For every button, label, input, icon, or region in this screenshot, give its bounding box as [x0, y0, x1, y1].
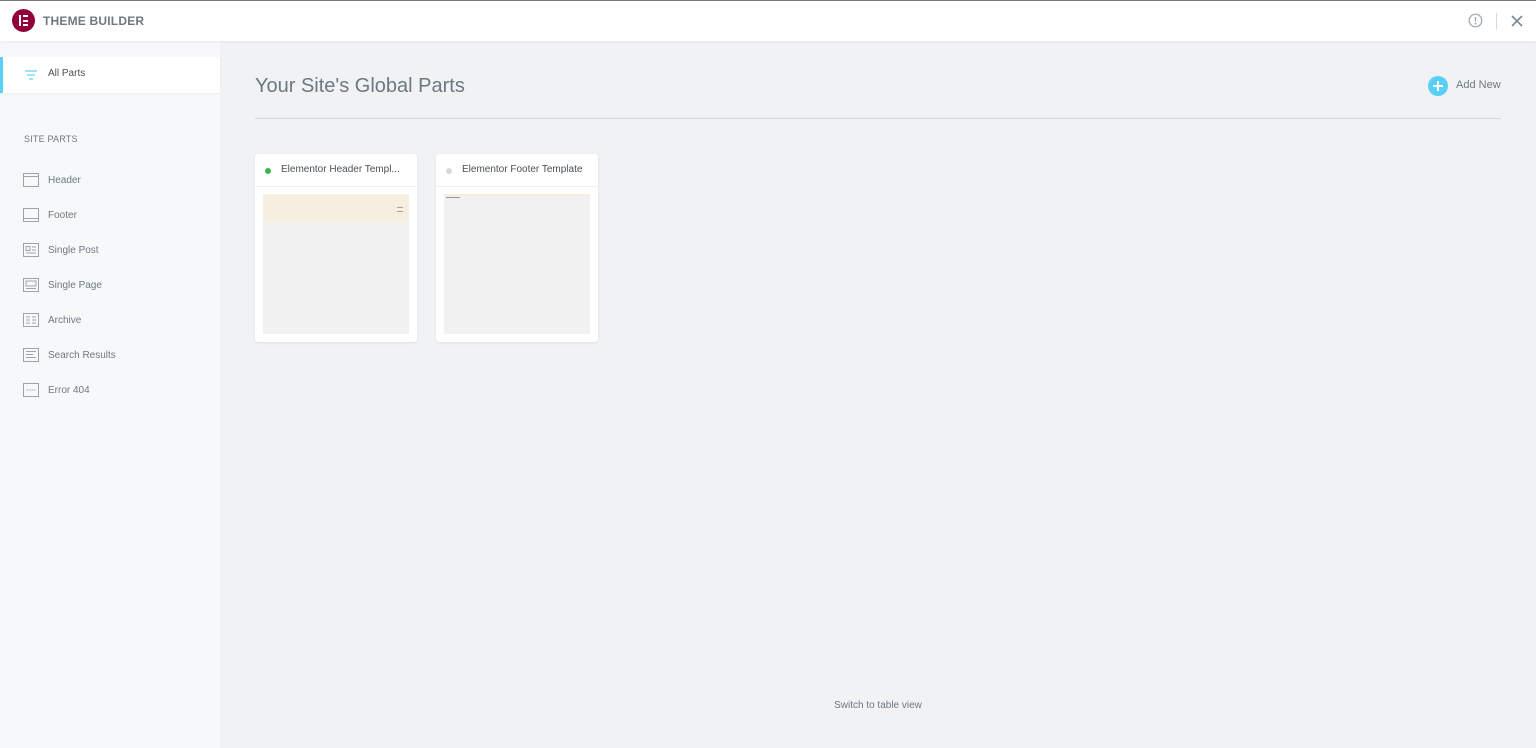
sidebar-item-single-post[interactable]: Single Post — [0, 237, 220, 265]
sidebar-item-archive[interactable]: Archive — [0, 307, 220, 335]
sidebar-item-label: Header — [48, 175, 81, 186]
title-divider — [255, 118, 1501, 119]
sidebar: All Parts SITE PARTS Header Footer Singl… — [0, 41, 220, 748]
preview-menu-mark — [397, 207, 403, 208]
plus-circle-icon — [1428, 76, 1448, 96]
error-404-icon — [23, 383, 39, 397]
sidebar-item-label: Single Post — [48, 245, 99, 256]
main-panel: Your Site's Global Parts Add New Element… — [220, 41, 1536, 748]
preview-footer-text-mark — [446, 197, 460, 198]
archive-icon — [23, 313, 39, 327]
sidebar-item-label: Archive — [48, 315, 82, 326]
sidebar-item-label: Search Results — [48, 350, 116, 361]
filter-lines-icon — [24, 68, 38, 82]
sidebar-item-search-results[interactable]: Search Results — [0, 342, 220, 370]
info-icon[interactable] — [1468, 13, 1483, 28]
switch-to-table-view-link[interactable]: Switch to table view — [748, 700, 1008, 711]
page-title: Your Site's Global Parts — [255, 75, 465, 97]
card-header: Elementor Footer Template — [436, 154, 598, 187]
sidebar-item-label: All Parts — [48, 68, 86, 79]
sidebar-item-error-404[interactable]: Error 404 — [0, 377, 220, 405]
site-parts-heading: SITE PARTS — [24, 134, 78, 144]
search-results-icon — [23, 348, 39, 362]
sidebar-item-single-page[interactable]: Single Page — [0, 272, 220, 300]
single-page-icon — [23, 278, 39, 292]
preview-menu-mark — [397, 211, 403, 212]
preview-header-strip — [263, 194, 409, 222]
template-card-footer[interactable]: Elementor Footer Template — [436, 154, 598, 342]
header-layout-icon — [23, 173, 39, 187]
sidebar-item-footer[interactable]: Footer — [0, 202, 220, 230]
card-title: Elementor Footer Template — [462, 164, 583, 175]
sidebar-item-header[interactable]: Header — [0, 167, 220, 195]
sidebar-item-label: Error 404 — [48, 385, 90, 396]
sidebar-item-label: Single Page — [48, 280, 102, 291]
template-card-header[interactable]: Elementor Header Templ... — [255, 154, 417, 342]
status-dot — [446, 168, 452, 174]
template-preview — [444, 194, 590, 334]
add-new-button[interactable]: Add New — [1428, 75, 1508, 97]
template-preview — [263, 194, 409, 334]
elementor-logo-icon — [12, 9, 35, 32]
preview-footer-line — [444, 194, 590, 196]
add-new-label: Add New — [1456, 79, 1501, 91]
close-icon[interactable] — [1509, 13, 1525, 29]
card-title: Elementor Header Templ... — [281, 164, 400, 175]
app-title: THEME BUILDER — [43, 14, 145, 28]
footer-layout-icon — [23, 208, 39, 222]
sidebar-item-label: Footer — [48, 210, 77, 221]
status-dot — [265, 168, 271, 174]
sidebar-item-all-parts[interactable]: All Parts — [0, 57, 220, 93]
topbar-divider — [1496, 13, 1497, 29]
single-post-icon — [23, 243, 39, 257]
card-header: Elementor Header Templ... — [255, 154, 417, 187]
top-bar: THEME BUILDER — [0, 0, 1536, 41]
